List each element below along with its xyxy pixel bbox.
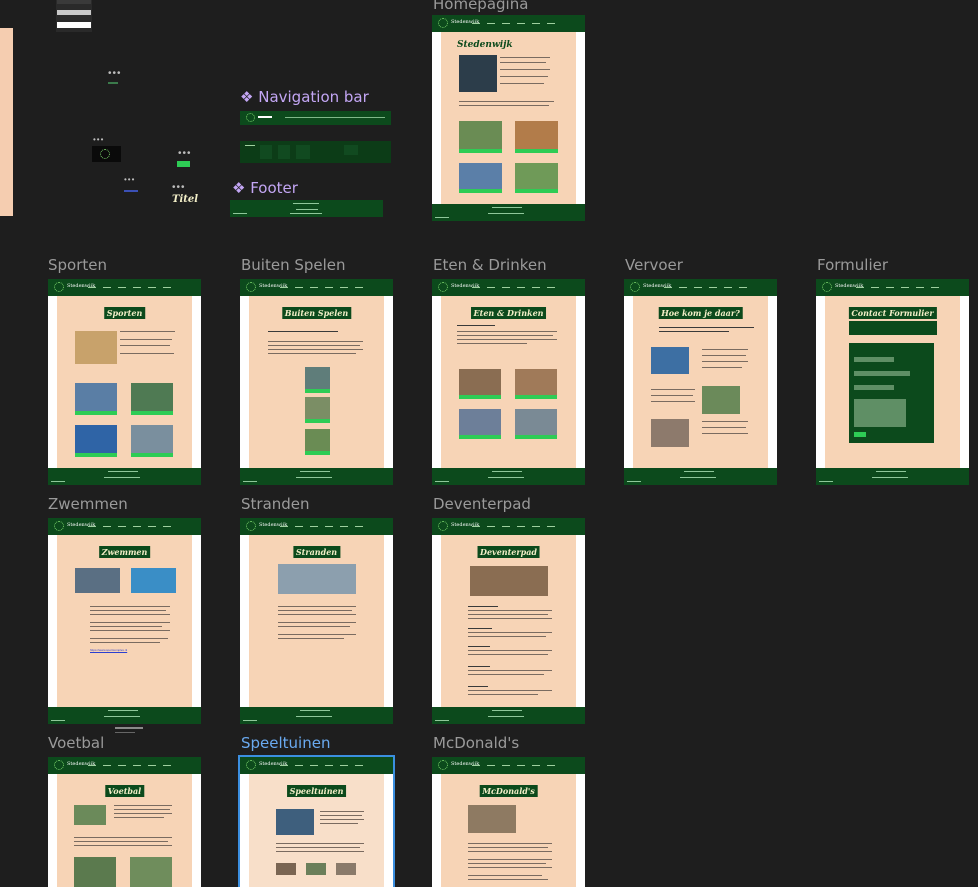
link-component[interactable] (124, 190, 138, 192)
title-component[interactable]: Titel (172, 194, 198, 205)
more-icon: ••• (172, 182, 186, 193)
sporten-button[interactable] (459, 149, 502, 153)
frame-label-zwemmen[interactable]: Zwemmen (48, 495, 128, 513)
more-icon: ••• (178, 148, 192, 159)
frame-stranden[interactable]: Stedenwijk Stranden (240, 518, 393, 724)
frame-label-sporten[interactable]: Sporten (48, 256, 107, 274)
logo-component[interactable] (92, 146, 121, 162)
form-component-snippet[interactable] (56, 0, 92, 32)
frame-sporten[interactable]: Stedenwijk Sporten (48, 279, 201, 485)
button-component[interactable] (177, 161, 190, 167)
hoe-kom-je-daar-button[interactable] (515, 189, 558, 193)
page-title: Buiten Spelen (281, 307, 352, 319)
page-title: Hoe kom je daar? (658, 307, 743, 319)
contact-form[interactable] (849, 343, 934, 443)
frame-voetbal[interactable]: Stedenwijk Voetbal (48, 757, 201, 887)
frame-label-mcdonalds[interactable]: McDonald's (433, 734, 519, 752)
eten-drinken-button[interactable] (515, 149, 558, 153)
footer-component-label[interactable]: ❖ Footer (232, 179, 298, 197)
frame-vervoer[interactable]: Stedenwijk Hoe kom je daar? (624, 279, 777, 485)
page-title: Sporten (103, 307, 146, 319)
frame-label-buiten-spelen[interactable]: Buiten Spelen (241, 256, 346, 274)
page-title: McDonald's (479, 785, 538, 797)
frame-deventerpad[interactable]: Stedenwijk Deventerpad (432, 518, 585, 724)
buiten-spelen-button[interactable] (459, 189, 502, 193)
frame-homepagina[interactable]: Stedenwijk Stedenwijk (432, 15, 585, 221)
page-title: Stedenwijk (457, 40, 513, 50)
canvas-left-strip (0, 28, 13, 216)
navigation-bar-component-label[interactable]: ❖ Navigation bar (240, 88, 369, 106)
page-title: Voetbal (104, 785, 145, 797)
navigation-dropdowns[interactable] (240, 141, 391, 163)
frame-label-voetbal[interactable]: Voetbal (48, 734, 104, 752)
frame-label-speeltuinen[interactable]: Speeltuinen (241, 734, 330, 752)
frame-buiten-spelen[interactable]: Stedenwijk Buiten Spelen (240, 279, 393, 485)
external-link[interactable]: https://www.sportcomplex.nl (90, 648, 127, 652)
page-title: Deventerpad (477, 546, 540, 558)
frame-label-homepagina[interactable]: Homepagina (433, 0, 528, 13)
component-label (108, 82, 118, 84)
page-title: Contact Formulier (848, 307, 937, 319)
more-icon: ••• (93, 135, 105, 144)
frame-annotation (115, 732, 135, 733)
frame-speeltuinen[interactable]: Stedenwijk Speeltuinen (238, 755, 395, 887)
frame-label-eten-drinken[interactable]: Eten & Drinken (433, 256, 547, 274)
frame-label-formulier[interactable]: Formulier (817, 256, 888, 274)
frame-annotation (115, 727, 143, 729)
frame-label-deventerpad[interactable]: Deventerpad (433, 495, 531, 513)
frame-mcdonalds[interactable]: Stedenwijk McDonald's (432, 757, 585, 887)
more-icon: ••• (108, 68, 122, 79)
frame-eten-drinken[interactable]: Stedenwijk Eten & Drinken (432, 279, 585, 485)
page-title: Zwemmen (98, 546, 151, 558)
map-image (459, 55, 497, 92)
page-title: Speeltuinen (286, 785, 347, 797)
frame-zwemmen[interactable]: Stedenwijk Zwemmen https://www.sportcomp… (48, 518, 201, 724)
page-title: Stranden (292, 546, 341, 558)
frame-label-vervoer[interactable]: Vervoer (625, 256, 683, 274)
frame-formulier[interactable]: Stedenwijk Contact Formulier (816, 279, 969, 485)
page-title: Eten & Drinken (470, 307, 547, 319)
frame-label-stranden[interactable]: Stranden (241, 495, 310, 513)
navigation-bar-component[interactable] (240, 111, 391, 125)
footer-component[interactable] (230, 200, 383, 217)
nav-bar[interactable]: Stedenwijk (432, 15, 585, 32)
more-icon: ••• (124, 175, 136, 184)
